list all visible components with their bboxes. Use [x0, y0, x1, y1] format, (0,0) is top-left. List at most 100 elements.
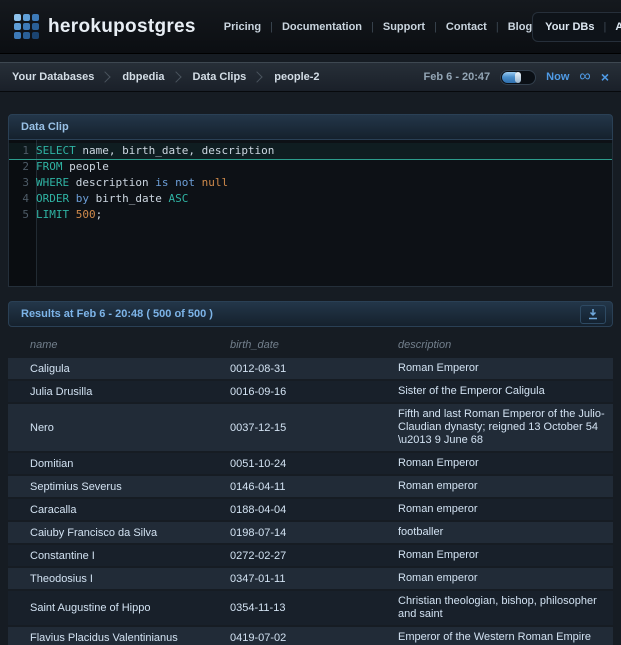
- refresh-toggle[interactable]: [500, 69, 537, 85]
- code-text: FROM people: [36, 159, 109, 175]
- code-token: WHERE: [36, 176, 70, 189]
- code-line: 4 ORDER by birth_date ASC: [9, 191, 612, 207]
- cell-name: Septimius Severus: [30, 480, 122, 493]
- column-header-birth-date: birth_date: [230, 339, 279, 351]
- cell-description: Roman Emperor: [398, 457, 479, 469]
- sql-code-editor[interactable]: 1 SELECT name, birth_date, description 2 FR…: [8, 140, 613, 287]
- code-line: 3 WHERE description is not null: [9, 175, 612, 191]
- cell-birth-date: 0016-09-16: [230, 385, 287, 398]
- cell-name: Constantine I: [30, 549, 95, 562]
- data-clip-panel-header: Data Clip: [8, 114, 613, 140]
- nav-separator: |: [434, 20, 437, 33]
- breadcrumb-item-people-2[interactable]: people-2: [274, 71, 319, 83]
- cell-description: Roman emperor: [398, 480, 478, 492]
- nav-item-blog[interactable]: Blog: [508, 21, 532, 33]
- cell-birth-date: 0272-02-27: [230, 549, 287, 562]
- cell-birth-date: 0012-08-31: [230, 362, 287, 375]
- cell-birth-date: 0146-04-11: [230, 480, 286, 493]
- cell-birth-date: 0354-11-13: [230, 602, 286, 614]
- breadcrumb: Your Databases dbpedia Data Clips people-2: [12, 71, 320, 83]
- code-token: birth_date: [89, 192, 169, 205]
- breadcrumb-item-dbpedia[interactable]: dbpedia: [122, 71, 164, 83]
- nav-separator: |: [495, 20, 499, 33]
- code-token: name, birth_date, description: [75, 144, 275, 157]
- cell-name: Saint Augustine of Hippo: [30, 602, 151, 614]
- nav-separator: |: [270, 20, 273, 33]
- cell-description: Fifth and last Roman Emperor of the Juli…: [398, 408, 605, 446]
- table-row: Septimius Severus 0146-04-11 Roman emperor: [8, 476, 613, 497]
- code-token: not: [175, 176, 195, 189]
- table-row: Saint Augustine of Hippo 0354-11-13 Christ…: [8, 591, 613, 625]
- cell-name: Flavius Placidus Valentinianus: [30, 631, 178, 644]
- code-token: is: [155, 176, 169, 189]
- cell-birth-date: 0051-10-24: [230, 457, 287, 470]
- code-line: 5 LIMIT 500;: [9, 207, 612, 223]
- nav-item-documentation[interactable]: Documentation: [282, 21, 362, 33]
- code-token: LIMIT: [36, 208, 70, 221]
- top-header: herokupostgres Pricing | Documentation | Sup…: [0, 0, 621, 54]
- results-table: name birth_date description Caligula 0012-0…: [8, 335, 613, 645]
- close-icon[interactable]: ×: [601, 70, 609, 84]
- cell-description: Sister of the Emperor Caligula: [398, 385, 545, 397]
- nav-item-support[interactable]: Support: [383, 21, 425, 33]
- table-body: Caligula 0012-08-31 Roman Emperor Julia Dru…: [8, 358, 613, 645]
- breadcrumb-item-data-clips[interactable]: Data Clips: [193, 71, 247, 83]
- code-token: 500: [75, 208, 96, 221]
- column-header-name: name: [30, 339, 58, 351]
- clip-controls: Feb 6 - 20:47 Now ∞ ×: [424, 69, 609, 85]
- heroku-postgres-dataclip-page: herokupostgres Pricing | Documentation | Sup…: [0, 0, 621, 645]
- cell-name: Nero: [30, 421, 54, 434]
- heroku-logo-icon: [14, 14, 39, 39]
- table-row: Domitian 0051-10-24 Roman Emperor: [8, 453, 613, 474]
- breadcrumb-item-your-databases[interactable]: Your Databases: [12, 71, 94, 83]
- cell-description: Emperor of the Western Roman Empire: [398, 631, 591, 643]
- code-token: null: [201, 176, 229, 189]
- now-button[interactable]: Now: [546, 71, 569, 83]
- logo-text: herokupostgres: [48, 15, 196, 37]
- nav-item-pricing[interactable]: Pricing: [224, 21, 261, 33]
- results-title: Results at Feb 6 - 20:48 ( 500 of 500 ): [21, 308, 213, 320]
- code-token: by: [75, 192, 89, 205]
- user-nav-account[interactable]: Account: [615, 21, 621, 33]
- cell-name: Julia Drusilla: [30, 385, 93, 398]
- download-button[interactable]: [580, 304, 606, 324]
- clip-timestamp: Feb 6 - 20:47: [423, 71, 491, 83]
- main-nav: Pricing | Documentation | Support | Contact | Bl…: [224, 21, 532, 33]
- permalink-icon[interactable]: ∞: [579, 69, 590, 85]
- cell-description: Christian theologian, bishop, philosophe…: [398, 595, 597, 620]
- column-header-description: description: [398, 339, 452, 351]
- line-number: 2: [22, 160, 29, 173]
- cell-birth-date: 0198-07-14: [230, 526, 287, 539]
- breadcrumb-bar: Your Databases dbpedia Data Clips people-2 …: [0, 62, 621, 92]
- toggle-knob[interactable]: [515, 71, 522, 83]
- table-row: Caracalla 0188-04-04 Roman emperor: [8, 499, 613, 520]
- table-row: Theodosius I 0347-01-11 Roman emperor: [8, 568, 613, 589]
- code-token: SELECT: [36, 144, 76, 157]
- code-token: ;: [95, 208, 103, 221]
- cell-name: Theodosius I: [30, 572, 93, 585]
- table-row: Nero 0037-12-15 Fifth and last Roman Emper…: [8, 404, 613, 451]
- chevron-right-icon: [169, 71, 182, 83]
- table-row: Caiuby Francisco da Silva 0198-07-14 footb…: [8, 522, 613, 543]
- cell-description: Roman Emperor: [398, 362, 479, 374]
- line-number: 3: [22, 176, 29, 189]
- user-nav-your-dbs[interactable]: Your DBs: [545, 21, 594, 33]
- table-row: Julia Drusilla 0016-09-16 Sister of the Em…: [8, 381, 613, 402]
- cell-birth-date: 0419-07-02: [230, 631, 287, 644]
- code-text: WHERE description is not null: [36, 175, 228, 191]
- nav-separator: |: [603, 20, 607, 33]
- code-token: ORDER: [36, 192, 70, 205]
- cell-description: Roman emperor: [398, 572, 478, 584]
- table-row: Caligula 0012-08-31 Roman Emperor: [8, 358, 613, 379]
- cell-description: Roman emperor: [398, 503, 478, 515]
- cell-description: footballer: [398, 526, 444, 538]
- nav-item-contact[interactable]: Contact: [446, 21, 487, 33]
- logo[interactable]: herokupostgres: [14, 14, 196, 39]
- cell-description: Roman Emperor: [398, 549, 479, 561]
- line-number: 5: [22, 208, 29, 221]
- line-number: 4: [22, 192, 29, 205]
- chevron-right-icon: [251, 71, 263, 83]
- cell-name: Caiuby Francisco da Silva: [30, 526, 158, 539]
